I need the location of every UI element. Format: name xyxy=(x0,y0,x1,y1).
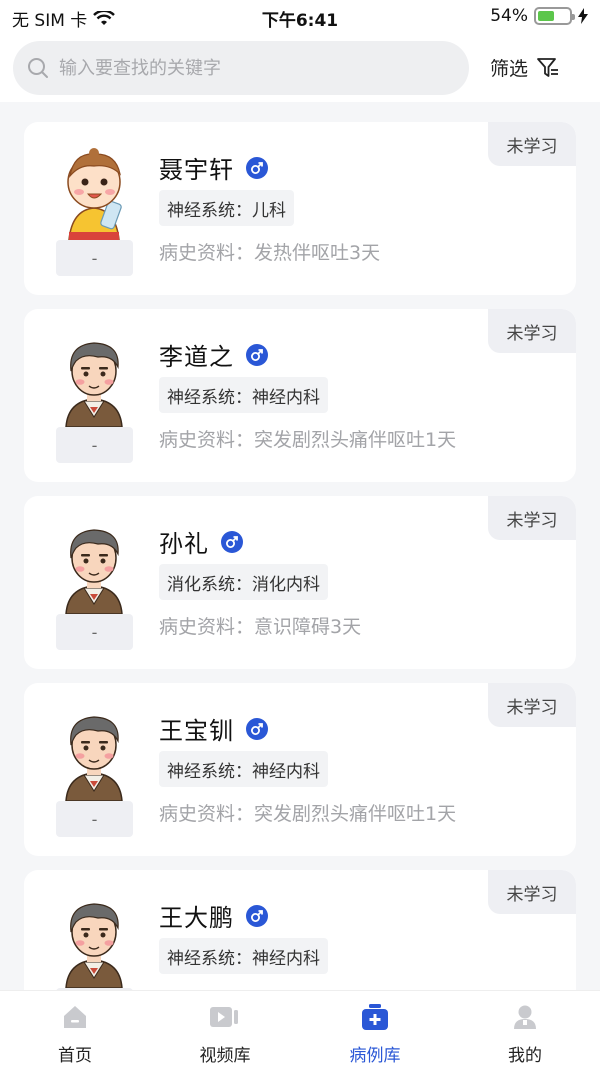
patient-name-row: 王宝钏 xyxy=(159,711,268,746)
bottom-tab-bar: 首页 视频库 病例库 我的 xyxy=(0,990,600,1067)
system-department-tag: 神经系统：神经内科 xyxy=(159,751,328,787)
old-man-avatar xyxy=(54,888,134,989)
system-department-tag: 神经系统：儿科 xyxy=(159,190,294,226)
filter-button[interactable]: 筛选 xyxy=(490,54,560,81)
tab-label: 首页 xyxy=(58,1046,92,1066)
avatar-tag: - xyxy=(56,427,133,463)
study-status-badge: 未学习 xyxy=(488,122,576,166)
medical-kit-icon xyxy=(360,1003,390,1035)
patient-name: 孙礼 xyxy=(159,530,209,558)
search-input[interactable] xyxy=(59,57,439,79)
medical-history-text: 病史资料：意识障碍3天 xyxy=(159,616,362,638)
avatar-tag: - xyxy=(56,240,133,276)
patient-name: 聂宇轩 xyxy=(159,156,234,184)
status-right: 54% xyxy=(490,6,588,26)
patient-name: 李道之 xyxy=(159,343,234,371)
video-icon xyxy=(208,1003,242,1035)
battery-percent: 54% xyxy=(490,6,528,26)
medical-history-text: 病史资料：发热伴呕吐3天 xyxy=(159,242,381,264)
case-card[interactable]: 未学习 - 王大鹏 神经系统：神经内科 xyxy=(24,870,576,990)
system-department-tag: 神经系统：神经内科 xyxy=(159,377,328,413)
case-card[interactable]: 未学习 - 李道之 神经系统：神经内科 病史资料：突发剧烈头痛伴呕吐1天 xyxy=(24,309,576,482)
tab-medical-kit[interactable]: 病例库 xyxy=(300,991,450,1067)
study-status-badge: 未学习 xyxy=(488,683,576,727)
status-bar: 无 SIM 卡 下午6:41 54% xyxy=(0,0,600,34)
home-icon xyxy=(61,1003,89,1035)
charging-icon xyxy=(578,8,588,24)
search-bar[interactable] xyxy=(13,41,469,95)
old-man-avatar xyxy=(54,514,134,615)
medical-history-text: 病史资料：突发剧烈头痛伴呕吐1天 xyxy=(159,429,457,451)
patient-name-row: 孙礼 xyxy=(159,524,243,559)
search-icon xyxy=(28,58,48,78)
user-icon xyxy=(511,1003,539,1035)
male-icon xyxy=(246,904,268,927)
patient-name: 王大鹏 xyxy=(159,904,234,932)
avatar-tag: - xyxy=(56,614,133,650)
male-icon xyxy=(221,530,243,553)
tab-home[interactable]: 首页 xyxy=(0,991,150,1067)
patient-name: 王宝钏 xyxy=(159,717,234,745)
tab-label: 视频库 xyxy=(199,1046,251,1066)
study-status-badge: 未学习 xyxy=(488,309,576,353)
tab-label: 我的 xyxy=(508,1046,542,1066)
old-man-avatar xyxy=(54,327,134,428)
case-card[interactable]: 未学习 - 孙礼 消化系统：消化内科 病史资料：意识障碍3天 xyxy=(24,496,576,669)
tab-video[interactable]: 视频库 xyxy=(150,991,300,1067)
case-card[interactable]: 未学习 - 聂宇轩 神经系统：儿科 病史资料：发热伴呕吐3天 xyxy=(24,122,576,295)
patient-name-row: 王大鹏 xyxy=(159,898,268,933)
study-status-badge: 未学习 xyxy=(488,870,576,914)
tab-user[interactable]: 我的 xyxy=(450,991,600,1067)
case-list: 未学习 - 聂宇轩 神经系统：儿科 病史资料：发热伴呕吐3天 未学习 - 李道之… xyxy=(0,102,600,990)
patient-name-row: 聂宇轩 xyxy=(159,150,268,185)
case-card[interactable]: 未学习 - 王宝钏 神经系统：神经内科 病史资料：突发剧烈头痛伴呕吐1天 xyxy=(24,683,576,856)
male-icon xyxy=(246,156,268,179)
study-status-badge: 未学习 xyxy=(488,496,576,540)
filter-label: 筛选 xyxy=(490,58,529,80)
system-department-tag: 神经系统：神经内科 xyxy=(159,938,328,974)
battery-icon xyxy=(534,7,575,25)
patient-name-row: 李道之 xyxy=(159,337,268,372)
avatar-tag: - xyxy=(56,801,133,837)
filter-icon xyxy=(537,57,559,77)
male-icon xyxy=(246,717,268,740)
system-department-tag: 消化系统：消化内科 xyxy=(159,564,328,600)
baby-avatar xyxy=(54,140,134,241)
medical-history-text: 病史资料：突发剧烈头痛伴呕吐1天 xyxy=(159,803,457,825)
tab-label: 病例库 xyxy=(349,1046,401,1066)
old-man-avatar xyxy=(54,701,134,802)
header: 筛选 xyxy=(0,34,600,102)
male-icon xyxy=(246,343,268,366)
